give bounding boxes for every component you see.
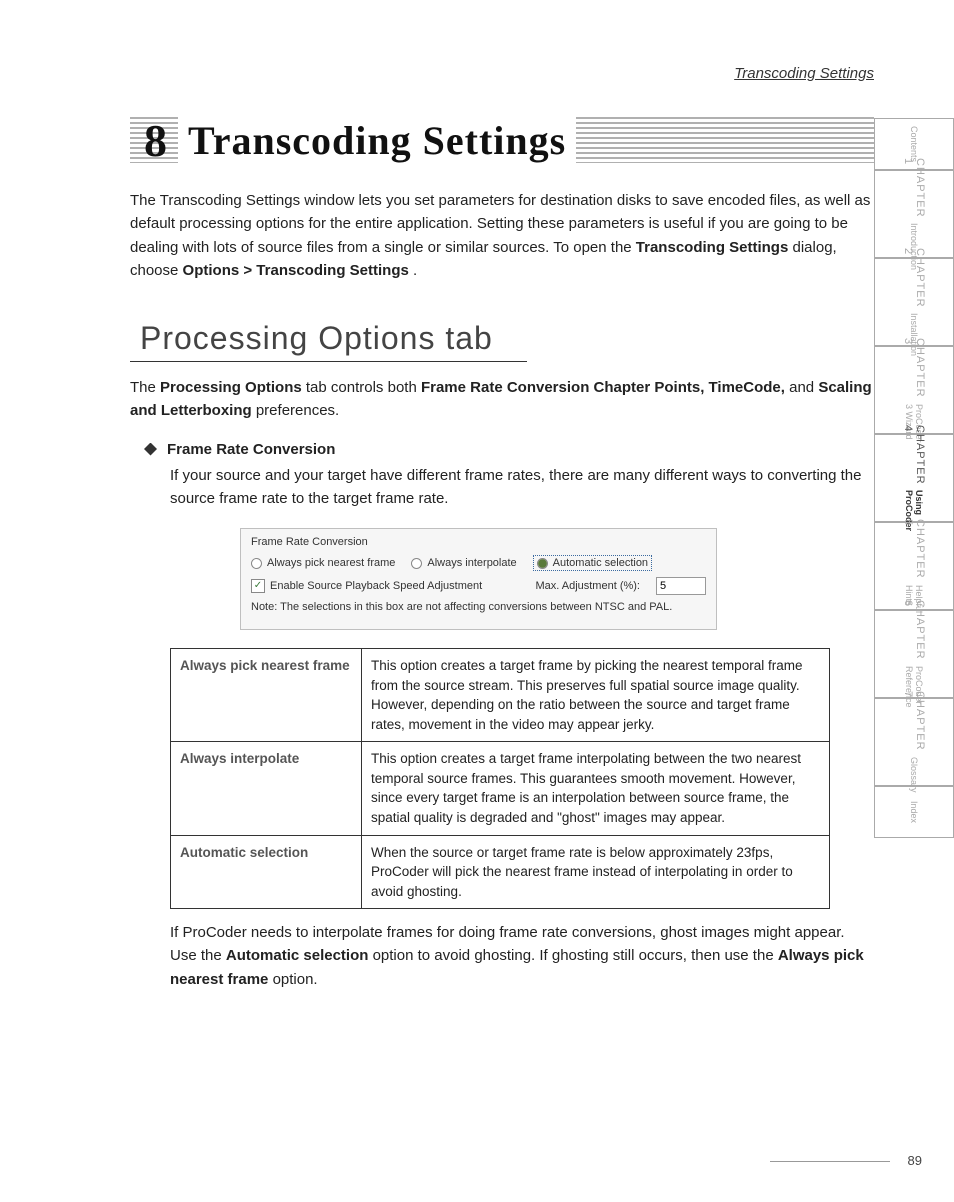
section-title-band: 8 Transcoding Settings <box>130 117 874 163</box>
intro-paragraph: The Transcoding Settings window lets you… <box>130 189 874 282</box>
section-title: 8 Transcoding Settings <box>130 117 874 163</box>
side-tab[interactable]: CHAPTER 3ProCoder 3 Wizard <box>875 346 953 434</box>
radio-label: Always pick nearest frame <box>267 557 395 569</box>
side-tab[interactable]: CHAPTER 1Introduction <box>875 170 953 258</box>
table-row: Always interpolate This option creates a… <box>171 742 830 835</box>
bold: Processing Options <box>160 379 302 396</box>
bold: Transcoding Settings <box>636 239 789 256</box>
tab-chapter: CHAPTER 3 <box>902 338 926 398</box>
subsection-heading: Processing Options tab <box>130 316 527 362</box>
table-row: Automatic selection When the source or t… <box>171 835 830 909</box>
text: . <box>413 262 417 279</box>
side-tab[interactable]: Index <box>875 786 953 838</box>
checkbox-label: Enable Source Playback Speed Adjustment <box>270 580 482 592</box>
checkbox-icon: ✓ <box>251 579 265 593</box>
side-tabs: ContentsCHAPTER 1IntroductionCHAPTER 2In… <box>874 118 954 838</box>
option-name: Automatic selection <box>171 835 362 909</box>
tab-label: Glossary <box>909 757 919 793</box>
note-text: Note: The selections in this box are not… <box>251 601 672 613</box>
option-desc: When the source or target frame rate is … <box>362 835 830 909</box>
closing-paragraph: If ProCoder needs to interpolate frames … <box>170 921 874 991</box>
radio-automatic[interactable]: Automatic selection <box>533 555 652 571</box>
radio-icon <box>251 558 262 569</box>
max-adjust-input[interactable] <box>656 577 706 595</box>
subsection-intro: The Processing Options tab controls both… <box>130 376 874 423</box>
tab-label: Index <box>909 801 919 823</box>
section-number: 8 <box>144 114 168 167</box>
option-name: Always pick nearest frame <box>171 649 362 742</box>
bullet-title: Frame Rate Conversion <box>167 441 335 458</box>
bold: Automatic selection <box>226 947 369 964</box>
radio-label: Automatic selection <box>553 557 648 569</box>
radio-nearest[interactable]: Always pick nearest frame <box>251 557 395 569</box>
text: preferences. <box>256 402 339 419</box>
tab-chapter: CHAPTER 7 <box>902 691 926 751</box>
page-rule <box>770 1161 890 1162</box>
bold: Options > Transcoding Settings <box>183 262 409 279</box>
option-name: Always interpolate <box>171 742 362 835</box>
page-number: 89 <box>908 1153 922 1168</box>
bullet-body: If your source and your target have diff… <box>170 464 874 511</box>
radio-icon <box>537 558 548 569</box>
bullet-heading: Frame Rate Conversion <box>144 441 874 458</box>
option-desc: This option creates a target frame inter… <box>362 742 830 835</box>
tab-chapter: CHAPTER 6 <box>902 600 926 660</box>
tab-chapter: CHAPTER 4 <box>902 425 926 485</box>
side-tab[interactable]: CHAPTER 4Using ProCoder <box>875 434 953 522</box>
tab-label: Contents <box>909 126 919 162</box>
tab-chapter: CHAPTER 1 <box>902 158 926 218</box>
table-row: Always pick nearest frame This option cr… <box>171 649 830 742</box>
text: option. <box>273 971 318 988</box>
text: tab controls both <box>306 379 421 396</box>
diamond-icon <box>144 443 157 456</box>
bold: Frame Rate Conversion Chapter Points, Ti… <box>421 379 785 396</box>
option-desc: This option creates a target frame by pi… <box>362 649 830 742</box>
section-title-text: Transcoding Settings <box>178 117 576 164</box>
max-adjust-label: Max. Adjustment (%): <box>535 580 640 592</box>
text: The <box>130 379 160 396</box>
radio-icon <box>411 558 422 569</box>
side-tab[interactable]: CHAPTER 2Installation <box>875 258 953 346</box>
groupbox-title: Frame Rate Conversion <box>251 536 706 548</box>
text: and <box>789 379 818 396</box>
radio-label: Always interpolate <box>427 557 516 569</box>
tab-chapter: CHAPTER 2 <box>902 248 926 308</box>
side-tab[interactable]: CHAPTER 6ProCoder Reference <box>875 610 953 698</box>
side-tab[interactable]: CHAPTER 7Glossary <box>875 698 953 786</box>
running-head: Transcoding Settings <box>130 65 874 82</box>
tab-chapter: CHAPTER 5 <box>902 519 926 579</box>
dialog-screenshot: Frame Rate Conversion Always pick neares… <box>240 528 717 630</box>
text: option to avoid ghosting. If ghosting st… <box>373 947 778 964</box>
radio-interpolate[interactable]: Always interpolate <box>411 557 516 569</box>
options-table: Always pick nearest frame This option cr… <box>170 648 830 909</box>
side-tab[interactable]: CHAPTER 5Helpful Hints <box>875 522 953 610</box>
checkbox-enable-speed-adjust[interactable]: ✓ Enable Source Playback Speed Adjustment <box>251 579 482 593</box>
